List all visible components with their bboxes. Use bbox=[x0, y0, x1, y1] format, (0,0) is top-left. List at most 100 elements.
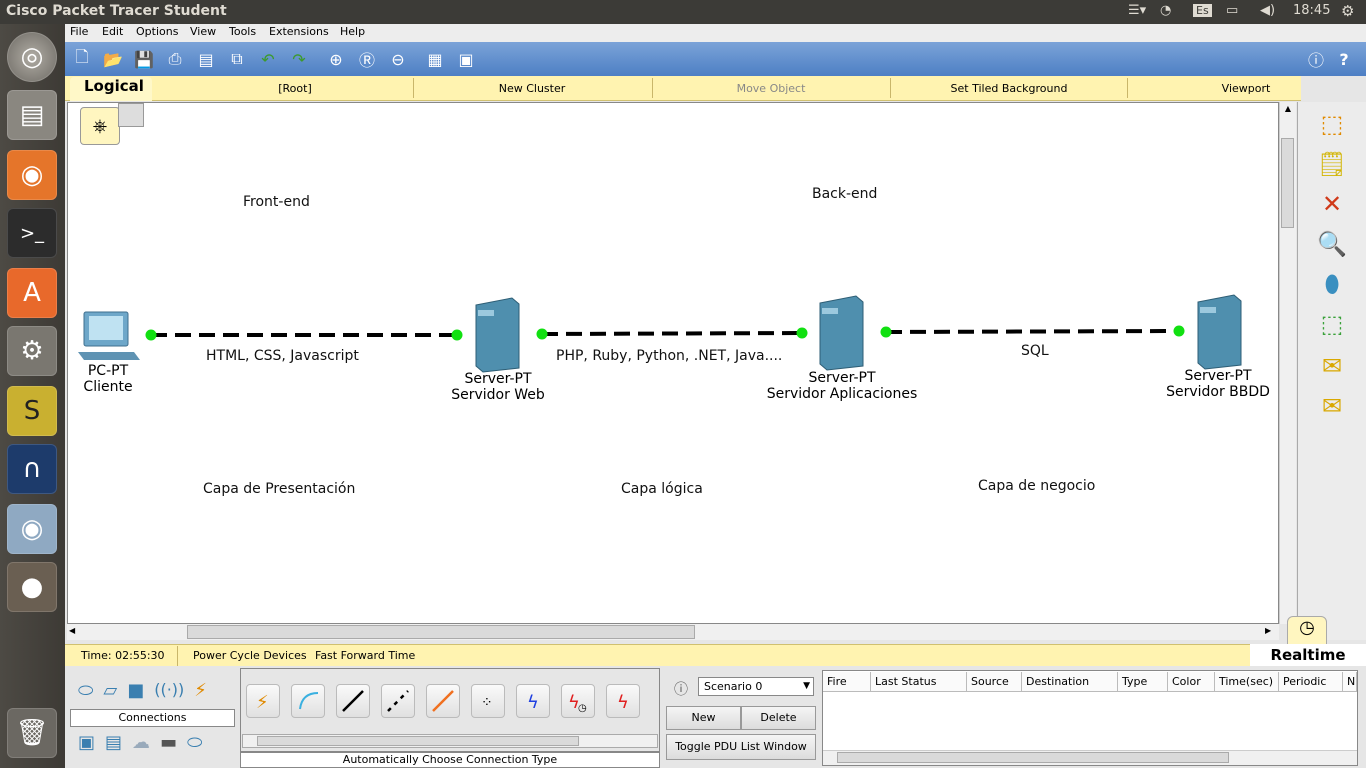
device-name-label: Servidor Aplicaciones bbox=[766, 386, 918, 402]
simulation-time: Time: 02:55:30 bbox=[81, 649, 165, 662]
device-servidor-web[interactable]: Server-PT Servidor Web bbox=[438, 371, 558, 403]
column-header[interactable]: Destination bbox=[1022, 672, 1118, 692]
canvas-vertical-scrollbar[interactable]: ▲ bbox=[1279, 102, 1296, 624]
server-icon bbox=[1197, 294, 1242, 370]
pc-icon bbox=[78, 311, 140, 360]
crossover-cable-icon[interactable] bbox=[381, 684, 415, 718]
note-protocol-backend[interactable]: PHP, Ruby, Python, .NET, Java.... bbox=[556, 348, 783, 364]
place-note-icon[interactable]: 🗒 bbox=[1312, 148, 1352, 180]
column-header[interactable]: Last Status bbox=[871, 672, 967, 692]
toggle-pdu-list-button[interactable]: Toggle PDU List Window bbox=[666, 734, 816, 760]
note-capa-logica[interactable]: Capa lógica bbox=[621, 481, 703, 497]
device-name-label: Cliente bbox=[83, 379, 133, 395]
port-led bbox=[536, 328, 548, 340]
scenario-selected-value: Scenario 0 bbox=[704, 680, 763, 693]
coaxial-cable-icon[interactable]: ϟ bbox=[516, 684, 550, 718]
scroll-up-icon[interactable]: ▲ bbox=[1282, 104, 1294, 116]
vertical-scroll-thumb[interactable] bbox=[1281, 138, 1294, 228]
realtime-mode-tab[interactable]: Realtime bbox=[1250, 644, 1366, 666]
draw-shape-icon[interactable]: ⬮ bbox=[1312, 268, 1352, 300]
note-protocol-frontend[interactable]: HTML, CSS, Javascript bbox=[206, 348, 359, 364]
svg-text:⁘: ⁘ bbox=[481, 695, 493, 711]
auto-connection-icon[interactable]: ⚡ bbox=[246, 684, 280, 718]
fast-forward-time-button[interactable]: Fast Forward Time bbox=[315, 649, 415, 662]
inspect-tool-icon[interactable]: 🔍 bbox=[1312, 228, 1352, 260]
device-name-label: Servidor BBDD bbox=[1166, 384, 1270, 400]
hub-category-icon[interactable]: ■ bbox=[127, 680, 144, 708]
link-aplicaciones-bbdd bbox=[885, 329, 1180, 334]
pdu-table-scroll-thumb[interactable] bbox=[837, 752, 1229, 763]
multiuser-icon[interactable]: ⬭ bbox=[187, 732, 202, 758]
column-header[interactable]: Periodic bbox=[1279, 672, 1343, 692]
connections-scrollbar[interactable] bbox=[242, 734, 658, 748]
connections-scroll-thumb[interactable] bbox=[257, 736, 579, 746]
column-header[interactable]: Time(sec) bbox=[1215, 672, 1279, 692]
note-capa-presentacion[interactable]: Capa de Presentación bbox=[203, 481, 356, 497]
note-back-end[interactable]: Back-end bbox=[812, 186, 878, 202]
common-tools-panel: ⬚ 🗒 ✕ 🔍 ⬮ ⬚ ✉ ✉ bbox=[1297, 102, 1366, 640]
device-servidor-bbdd[interactable]: Server-PT Servidor BBDD bbox=[1156, 368, 1280, 400]
time-bar: Time: 02:55:30 Power Cycle Devices Fast … bbox=[65, 644, 1301, 667]
svg-text:◷: ◷ bbox=[578, 703, 587, 714]
device-servidor-aplicaciones[interactable]: Server-PT Servidor Aplicaciones bbox=[752, 370, 932, 402]
phone-cable-icon[interactable]: ⁘ bbox=[471, 684, 505, 718]
delete-tool-icon[interactable]: ✕ bbox=[1312, 188, 1352, 220]
add-complex-pdu-icon[interactable]: ✉ bbox=[1312, 390, 1352, 422]
port-led bbox=[796, 327, 808, 339]
add-simple-pdu-icon[interactable]: ✉ bbox=[1312, 350, 1352, 382]
straight-through-cable-icon[interactable] bbox=[336, 684, 370, 718]
new-scenario-button[interactable]: New bbox=[666, 706, 741, 730]
scroll-left-icon[interactable]: ◀ bbox=[69, 626, 81, 638]
note-capa-negocio[interactable]: Capa de negocio bbox=[978, 478, 1096, 494]
console-cable-icon[interactable] bbox=[291, 684, 325, 718]
serial-dce-cable-icon[interactable]: ϟ ◷ bbox=[561, 684, 595, 718]
scroll-right-icon[interactable]: ▶ bbox=[1265, 626, 1277, 638]
column-header[interactable]: Source bbox=[967, 672, 1022, 692]
device-pc-cliente[interactable]: PC-PT Cliente bbox=[72, 363, 144, 395]
svg-text:⚡: ⚡ bbox=[256, 692, 269, 713]
serial-dte-cable-icon[interactable]: ϟ bbox=[606, 684, 640, 718]
fiber-cable-icon[interactable] bbox=[426, 684, 460, 718]
device-type-label: Server-PT bbox=[1184, 368, 1252, 384]
custom-devices-icon[interactable]: ▬ bbox=[160, 732, 177, 758]
device-type-label: PC-PT bbox=[87, 363, 129, 379]
scenario-select[interactable]: Scenario 0 ▼ bbox=[698, 677, 814, 696]
end-devices-icon[interactable]: ▣ bbox=[78, 732, 95, 758]
pdu-table-scrollbar[interactable] bbox=[823, 750, 1357, 765]
server-icon bbox=[475, 297, 520, 373]
delete-scenario-button[interactable]: Delete bbox=[741, 706, 816, 730]
canvas-horizontal-scrollbar[interactable]: ◀ ▶ bbox=[67, 624, 1279, 640]
realtime-clock-icon[interactable]: ◷ bbox=[1287, 616, 1327, 646]
wan-emulation-icon[interactable]: ☁ bbox=[132, 732, 150, 758]
port-led bbox=[451, 329, 463, 341]
port-led bbox=[145, 329, 157, 341]
device-category-label: Connections bbox=[70, 709, 235, 727]
column-header[interactable]: N bbox=[1343, 672, 1357, 692]
device-name-label: Servidor Web bbox=[451, 387, 545, 403]
device-type-label: Server-PT bbox=[464, 371, 532, 387]
device-subcategories: ▣ ▤ ☁ ▬ ⬭ bbox=[78, 732, 228, 758]
port-led bbox=[1173, 325, 1185, 337]
horizontal-scroll-thumb[interactable] bbox=[187, 625, 695, 639]
note-protocol-sql[interactable]: SQL bbox=[1021, 343, 1049, 359]
connections-category-icon[interactable]: ⚡ bbox=[194, 680, 207, 708]
select-tool-icon[interactable]: ⬚ bbox=[1312, 108, 1352, 140]
connection-type-description: Automatically Choose Connection Type bbox=[240, 752, 660, 768]
switch-category-icon[interactable]: ▱ bbox=[103, 680, 117, 708]
column-header[interactable]: Color bbox=[1168, 672, 1215, 692]
column-header[interactable]: Type bbox=[1118, 672, 1168, 692]
column-header[interactable]: Fire bbox=[823, 672, 871, 692]
security-icon[interactable]: ▤ bbox=[105, 732, 122, 758]
scenario-info-icon[interactable]: ⓘ bbox=[674, 679, 688, 699]
note-front-end[interactable]: Front-end bbox=[243, 194, 310, 210]
link-web-aplicaciones bbox=[541, 331, 803, 336]
svg-text:ϟ: ϟ bbox=[527, 692, 539, 713]
device-categories: ⬭ ▱ ■ ((·)) ⚡ bbox=[78, 680, 228, 708]
port-led bbox=[880, 326, 892, 338]
resize-shape-icon[interactable]: ⬚ bbox=[1312, 308, 1352, 340]
device-type-label: Server-PT bbox=[808, 370, 876, 386]
svg-text:ϟ: ϟ bbox=[617, 692, 629, 713]
router-category-icon[interactable]: ⬭ bbox=[78, 680, 93, 708]
power-cycle-devices-button[interactable]: Power Cycle Devices bbox=[193, 649, 307, 662]
wireless-category-icon[interactable]: ((·)) bbox=[154, 680, 184, 708]
